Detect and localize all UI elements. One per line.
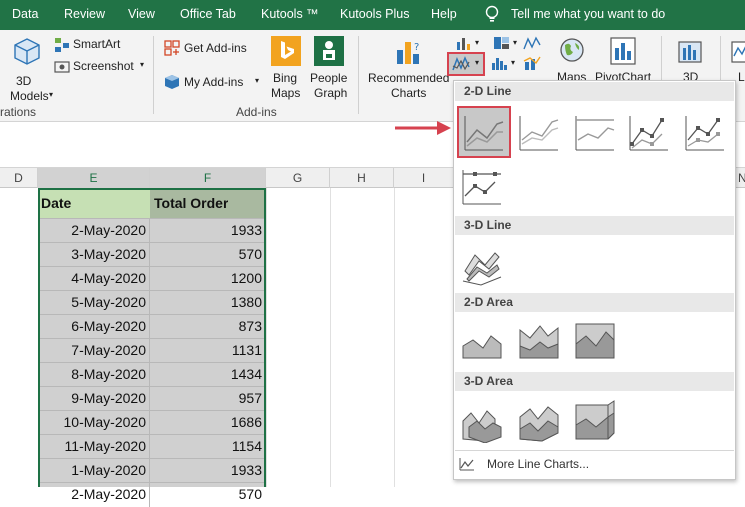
100-stacked-line-markers-thumb-icon: [462, 170, 501, 205]
grid-line: [266, 188, 267, 487]
column-header-i[interactable]: I: [394, 168, 454, 188]
line-chart-icon: [452, 56, 470, 71]
3d-stacked-area-thumb-icon: [519, 406, 559, 442]
globe-icon: [560, 38, 584, 62]
line-with-markers-chart-option[interactable]: [626, 110, 672, 156]
column-header-h[interactable]: H: [330, 168, 394, 188]
combo-chart-button[interactable]: [521, 55, 549, 73]
line-chart-option[interactable]: [457, 106, 511, 158]
chevron-down-icon: ▾: [140, 60, 145, 69]
group-divider: [153, 36, 154, 114]
divider: [455, 450, 734, 451]
group-label-illustrations: rations: [0, 105, 37, 119]
tell-me-search[interactable]: Tell me what you want to do: [511, 7, 665, 21]
column-header-n[interactable]: N: [736, 168, 745, 188]
3d-area-chart-option[interactable]: [459, 397, 505, 444]
recommended-charts-button[interactable]: ? Recommended Charts: [366, 34, 450, 104]
grid-line: [394, 188, 395, 487]
combo-chart-icon: [523, 56, 541, 70]
chevron-down-icon: ▾: [49, 90, 54, 99]
statistic-chart-button[interactable]: ▾: [489, 55, 525, 73]
people-graph-icon: [314, 36, 344, 66]
smartart-button[interactable]: SmartArt: [54, 36, 149, 54]
section-2d-line: 2-D Line: [455, 82, 734, 101]
arrow-icon: [395, 121, 451, 135]
column-chart-button[interactable]: ▾: [453, 35, 489, 53]
chevron-down-icon: ▾: [475, 38, 480, 47]
section-3d-line: 3-D Line: [455, 216, 734, 235]
store-icon: [164, 40, 180, 56]
more-line-charts-link[interactable]: More Line Charts...: [457, 454, 734, 476]
section-3d-area: 3-D Area: [455, 372, 734, 391]
menu-bar: Data Review View Office Tab Kutools ™ Ku…: [0, 0, 745, 30]
area-chart-option[interactable]: [459, 318, 505, 364]
stacked-line-thumb-icon: [519, 116, 559, 151]
column-header-f[interactable]: F: [150, 168, 266, 188]
3d-100-stacked-area-chart-option[interactable]: [572, 397, 618, 443]
menu-help[interactable]: Help: [431, 7, 457, 21]
column-header-e[interactable]: E: [38, 168, 150, 188]
100-stacked-line-chart-option[interactable]: [572, 110, 618, 156]
column-chart-icon: [457, 38, 470, 50]
lightbulb-icon: [485, 5, 499, 27]
3d-stacked-area-chart-option[interactable]: [516, 397, 562, 443]
svg-text:?: ?: [414, 42, 419, 53]
menu-view[interactable]: View: [128, 7, 155, 21]
line-chart-thumb-icon: [464, 116, 504, 151]
stacked-area-chart-option[interactable]: [516, 318, 562, 364]
section-2d-area: 2-D Area: [455, 293, 734, 312]
column-header-d[interactable]: D: [0, 168, 38, 188]
chevron-down-icon: ▾: [255, 76, 260, 85]
screenshot-button[interactable]: Screenshot ▾: [54, 58, 149, 76]
sparkline-icon: [731, 41, 745, 63]
cube-icon: [14, 38, 40, 65]
bing-maps-button[interactable]: Bing Maps: [268, 34, 304, 104]
addins-cube-icon: [165, 75, 179, 89]
surface-chart-button[interactable]: [521, 35, 549, 53]
3d-map-icon: [678, 41, 702, 63]
pivotchart-icon: [610, 37, 636, 65]
menu-data[interactable]: Data: [12, 7, 38, 21]
menu-kutools[interactable]: Kutools ™: [261, 7, 319, 21]
get-addins-button[interactable]: Get Add-ins: [164, 40, 264, 58]
hierarchy-chart-icon: [494, 37, 509, 49]
people-graph-button[interactable]: People Graph: [308, 34, 352, 104]
stacked-line-markers-thumb-icon: [685, 116, 724, 151]
statistic-chart-icon: [492, 58, 507, 70]
100-stacked-line-with-markers-chart-option[interactable]: [459, 164, 505, 210]
line-chart-button[interactable]: ▾: [447, 52, 485, 76]
line-markers-thumb-icon: [629, 116, 668, 151]
selection-border: [38, 188, 266, 487]
100-stacked-area-chart-option[interactable]: [572, 318, 618, 364]
line-chart-dropdown: 2-D Line 3-D Line 2-D Area 3-D Area More…: [453, 80, 736, 480]
smartart-icon: [55, 38, 69, 52]
100-stacked-area-thumb-icon: [575, 323, 615, 359]
bing-icon: [271, 36, 301, 66]
surface-chart-icon: [523, 36, 541, 50]
stacked-line-with-markers-chart-option[interactable]: [682, 110, 728, 156]
100-stacked-line-thumb-icon: [575, 116, 615, 151]
my-addins-button[interactable]: My Add-ins ▾: [164, 74, 264, 92]
menu-kutools-plus[interactable]: Kutools Plus: [340, 7, 409, 21]
menu-office-tab[interactable]: Office Tab: [180, 7, 236, 21]
line-chart-small-icon: [459, 458, 474, 471]
area-thumb-icon: [462, 335, 502, 359]
chevron-down-icon: ▾: [511, 58, 516, 67]
grid-line: [330, 188, 331, 487]
stacked-area-thumb-icon: [519, 325, 559, 359]
3d-models-button[interactable]: 3D Models ▾: [8, 34, 53, 103]
screenshot-icon: [54, 61, 70, 73]
chevron-down-icon: ▾: [513, 38, 518, 47]
chevron-down-icon: ▾: [475, 58, 480, 67]
menu-review[interactable]: Review: [64, 7, 105, 21]
stacked-line-chart-option[interactable]: [516, 110, 562, 156]
3d-100-stacked-area-thumb-icon: [575, 400, 615, 440]
3d-line-chart-option[interactable]: [459, 241, 505, 287]
recommended-charts-icon: ?: [397, 42, 419, 64]
3d-line-thumb-icon: [462, 252, 502, 286]
group-divider: [358, 36, 359, 114]
group-label-addins: Add-ins: [236, 105, 277, 119]
column-header-g[interactable]: G: [266, 168, 330, 188]
3d-area-thumb-icon: [462, 410, 502, 444]
